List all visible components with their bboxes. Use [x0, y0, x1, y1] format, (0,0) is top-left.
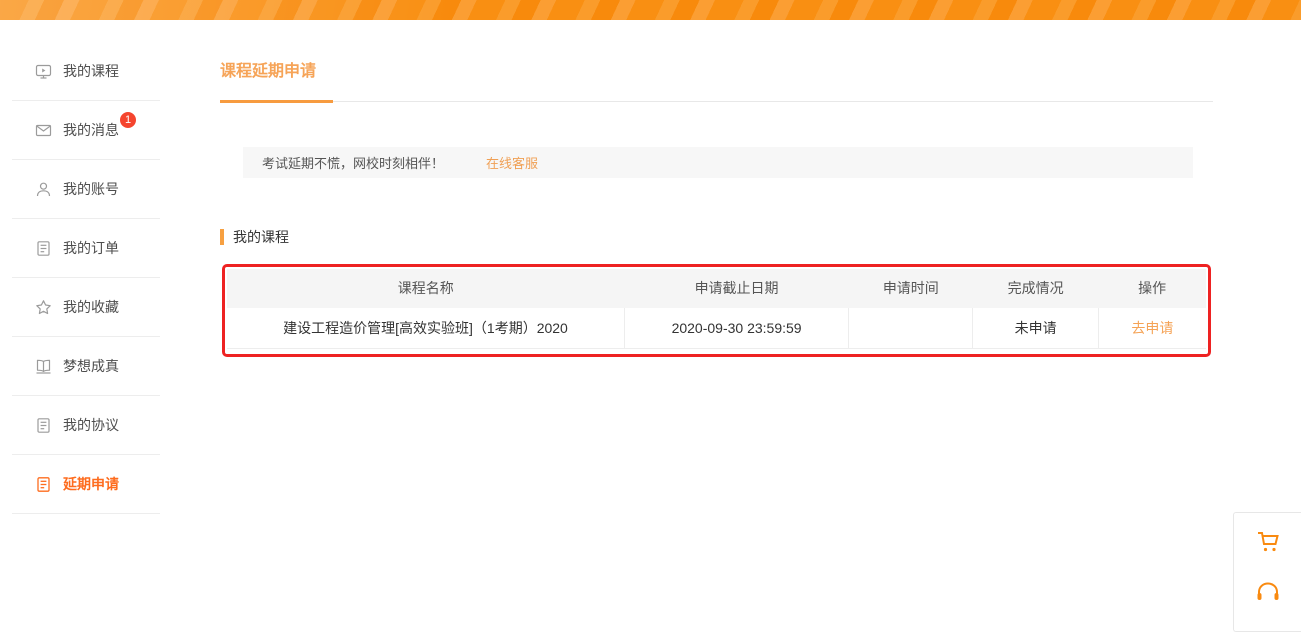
sidebar-item-my-favorites[interactable]: 我的收藏: [12, 278, 160, 337]
dream-open-book-icon: [35, 358, 52, 375]
agreement-document-icon: [35, 417, 52, 434]
column-header-action: 操作: [1098, 269, 1206, 308]
sidebar-item-label: 我的订单: [63, 241, 119, 255]
sidebar-item-dream-come-true[interactable]: 梦想成真: [12, 337, 160, 396]
column-header-status: 完成情况: [973, 269, 1098, 308]
extension-document-icon: [35, 476, 52, 493]
orders-document-icon: [35, 240, 52, 257]
sidebar-item-extension-application[interactable]: 延期申请: [12, 455, 160, 514]
title-accent-underline: [220, 100, 333, 103]
section-header: 我的课程: [220, 227, 1213, 247]
customer-service-icon: [1254, 579, 1282, 607]
shopping-cart-icon: [1254, 528, 1282, 556]
account-person-icon: [35, 181, 52, 198]
column-header-deadline: 申请截止日期: [624, 269, 848, 308]
sidebar-item-label: 我的收藏: [63, 300, 119, 314]
sidebar-item-label: 延期申请: [63, 477, 119, 491]
sidebar-item-my-messages[interactable]: 我的消息 1: [12, 101, 160, 160]
table-row: 建设工程造价管理[高效实验班]（1考期）2020 2020-09-30 23:5…: [227, 308, 1206, 349]
cell-status: 未申请: [973, 308, 1098, 349]
sidebar-item-label: 我的账号: [63, 182, 119, 196]
sidebar: 我的课程 我的消息 1 我的账号: [12, 42, 160, 514]
message-envelope-icon: [35, 122, 52, 139]
table-header-row: 课程名称 申请截止日期 申请时间 完成情况 操作: [227, 269, 1206, 308]
course-table-highlight-box: 课程名称 申请截止日期 申请时间 完成情况 操作 建设工程造价管理[高效实验班]…: [222, 264, 1211, 358]
notice-text: 考试延期不慌，网校时刻相伴！: [262, 153, 444, 172]
section-title: 我的课程: [233, 227, 289, 247]
shopping-cart-button[interactable]: [1253, 527, 1283, 557]
sidebar-item-label: 梦想成真: [63, 359, 119, 373]
title-divider: [220, 101, 1213, 102]
sidebar-item-label: 我的消息 1: [63, 123, 119, 137]
column-header-course-name: 课程名称: [227, 269, 624, 308]
floating-action-panel: [1233, 512, 1301, 632]
online-service-link[interactable]: 在线客服: [486, 153, 538, 172]
course-table: 课程名称 申请截止日期 申请时间 完成情况 操作 建设工程造价管理[高效实验班]…: [227, 269, 1206, 350]
sidebar-item-label: 我的协议: [63, 418, 119, 432]
cell-apply-time: [849, 308, 973, 349]
page-title: 课程延期申请: [220, 63, 1213, 81]
unread-count-badge: 1: [120, 112, 136, 128]
cell-action: 去申请: [1098, 308, 1206, 349]
cell-deadline: 2020-09-30 23:59:59: [624, 308, 848, 349]
go-apply-link[interactable]: 去申请: [1131, 320, 1173, 336]
sidebar-item-label: 我的课程: [63, 64, 119, 78]
favorites-star-icon: [35, 299, 52, 316]
sidebar-item-my-agreements[interactable]: 我的协议: [12, 396, 160, 455]
cell-course-name: 建设工程造价管理[高效实验班]（1考期）2020: [227, 308, 624, 349]
customer-service-button[interactable]: [1253, 578, 1283, 608]
sidebar-item-my-account[interactable]: 我的账号: [12, 160, 160, 219]
sidebar-item-my-orders[interactable]: 我的订单: [12, 219, 160, 278]
course-monitor-icon: [35, 63, 52, 80]
section-accent-bar: [220, 229, 224, 245]
sidebar-item-my-courses[interactable]: 我的课程: [12, 42, 160, 101]
column-header-apply-time: 申请时间: [849, 269, 973, 308]
notice-bar: 考试延期不慌，网校时刻相伴！ 在线客服: [243, 147, 1193, 178]
main-content: 课程延期申请 考试延期不慌，网校时刻相伴！ 在线客服 我的课程 课程名称 申请截…: [220, 0, 1213, 357]
